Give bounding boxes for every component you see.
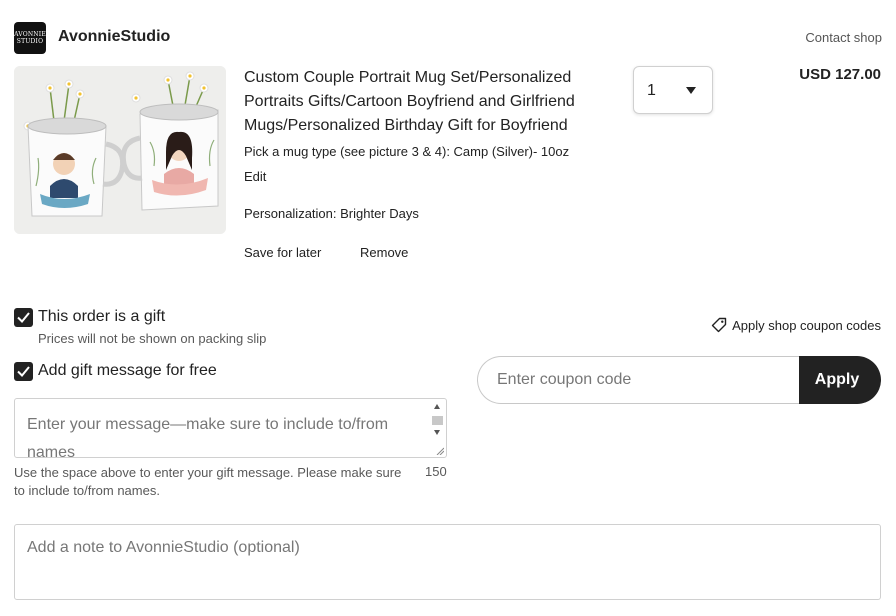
gift-order-note: Prices will not be shown on packing slip <box>38 331 267 346</box>
item-variation: Pick a mug type (see picture 3 & 4): Cam… <box>244 144 570 159</box>
resize-handle-icon[interactable] <box>436 447 444 455</box>
edit-link[interactable]: Edit <box>244 169 266 184</box>
scroll-down-icon[interactable] <box>434 430 440 435</box>
coupon-placeholder: Enter coupon code <box>497 371 632 388</box>
shop-note-input[interactable]: Add a note to AvonnieStudio (optional) <box>14 524 881 600</box>
gift-message-input[interactable]: Enter your message—make sure to include … <box>14 398 447 461</box>
shop-name[interactable]: AvonnieStudio <box>58 28 170 46</box>
shop-logo[interactable]: AVONNIE STUDIO <box>14 22 46 54</box>
apply-coupon-button[interactable]: Apply <box>799 356 881 404</box>
shop-note-placeholder: Add a note to AvonnieStudio (optional) <box>27 539 300 556</box>
shop-logo-line1: AVONNIE <box>14 31 46 38</box>
item-price: USD 127.00 <box>799 66 881 83</box>
save-for-later-button[interactable]: Save for later <box>244 245 321 260</box>
product-photo-icon <box>14 66 226 234</box>
gift-order-label[interactable]: This order is a gift <box>38 308 165 326</box>
gift-order-checkbox[interactable] <box>14 308 33 327</box>
remove-button[interactable]: Remove <box>360 245 408 260</box>
scroll-thumb[interactable] <box>432 416 443 425</box>
gift-message-checkbox[interactable] <box>14 362 33 381</box>
contact-shop-link[interactable]: Contact shop <box>805 30 882 45</box>
quantity-select[interactable]: 1 <box>633 66 713 114</box>
shop-logo-line2: STUDIO <box>16 38 44 45</box>
gift-message-placeholder: Enter your message—make sure to include … <box>27 416 389 461</box>
quantity-value: 1 <box>647 82 656 99</box>
gift-message-helper: Use the space above to enter your gift m… <box>14 465 402 498</box>
item-personalization: Personalization: Brighter Days <box>244 206 419 221</box>
item-title[interactable]: Custom Couple Portrait Mug Set/Personali… <box>244 66 624 138</box>
checkmark-icon <box>17 312 30 323</box>
shop-header: AVONNIE STUDIO AvonnieStudio Contact sho… <box>14 22 882 54</box>
chevron-down-icon <box>686 87 696 94</box>
tag-icon <box>711 317 727 333</box>
gift-message-label[interactable]: Add gift message for free <box>38 362 217 380</box>
checkmark-icon <box>17 366 30 377</box>
coupon-code-input[interactable]: Enter coupon code <box>477 356 803 404</box>
apply-coupon-label: Apply shop coupon codes <box>732 317 881 333</box>
apply-coupon-link[interactable]: Apply shop coupon codes <box>711 317 881 333</box>
scrollbar[interactable] <box>431 402 444 438</box>
product-image[interactable] <box>14 66 226 234</box>
scroll-up-icon[interactable] <box>434 404 440 409</box>
gift-message-char-count: 150 <box>425 464 447 479</box>
